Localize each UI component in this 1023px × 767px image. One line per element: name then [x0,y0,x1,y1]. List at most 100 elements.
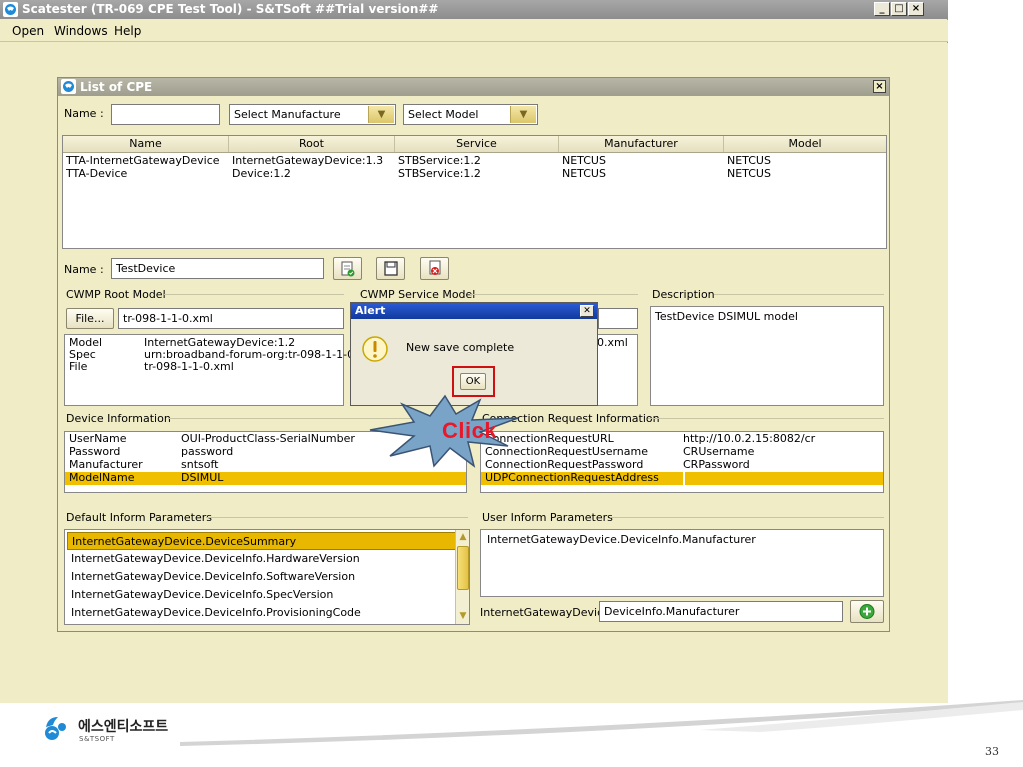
list-item[interactable]: InternetGatewayDevice.DeviceInfo.Manufac… [483,531,881,549]
model-select[interactable]: Select Model ▼ [403,104,538,125]
device-name-input[interactable]: TestDevice [111,258,324,279]
user-inform-input[interactable]: DeviceInfo.Manufacturer [599,601,843,622]
list-item[interactable]: InternetGatewayDevice.DeviceInfo.Softwar… [67,568,467,586]
name-filter-label: Name : [64,107,104,120]
chevron-down-icon: ▼ [510,106,536,123]
maximize-button[interactable]: □ [891,2,907,16]
column-header-service[interactable]: Service [395,136,559,152]
vertical-scrollbar[interactable]: ▲ ▼ [455,530,469,624]
scrollbar-thumb[interactable] [457,546,469,590]
table-row[interactable]: TTA-Device Device:1.2 STBService:1.2 NET… [63,167,886,180]
alert-dialog: Alert ✕ New save complete OK [350,302,598,406]
root-model-key: File [69,360,88,373]
group-divider [206,517,468,518]
column-header-root[interactable]: Root [229,136,395,152]
column-header-model[interactable]: Model [724,136,886,152]
manufacture-select[interactable]: Select Manufacture ▼ [229,104,396,125]
table-row[interactable]: ConnectionRequestURL http://10.0.2.15:80… [481,433,883,445]
cell-name: TTA-Device [66,167,128,180]
device-info-key: Manufacturer [69,458,143,471]
connection-request-table: ConnectionRequestURL http://10.0.2.15:80… [480,431,884,493]
name-filter-input[interactable] [111,104,220,125]
connection-value: CRPassword [683,458,750,471]
save-icon [384,261,398,276]
frame-close-button[interactable]: × [873,80,886,93]
connection-value: http://10.0.2.15:8082/cr [683,432,816,445]
app-logo-icon [3,2,18,17]
list-item[interactable]: InternetGatewayDevice.DeviceInfo.Hardwar… [67,550,467,568]
cwmp-service-model-title: CWMP Service Model [360,288,476,301]
table-row[interactable]: TTA-InternetGatewayDevice InternetGatewa… [63,154,886,167]
group-divider [470,294,638,295]
connection-value-divider [683,472,685,485]
root-model-file-input[interactable]: tr-098-1-1-0.xml [118,308,344,329]
service-model-file-input[interactable] [598,308,638,329]
list-item: File tr-098-1-1-0.xml [65,361,343,373]
cell-manufacturer: NETCUS [562,154,606,167]
delete-button[interactable] [420,257,449,280]
minimize-button[interactable]: _ [874,2,890,16]
root-model-value: tr-098-1-1-0.xml [144,360,234,373]
menu-windows[interactable]: Windows [54,24,108,38]
device-info-key: UserName [69,432,127,445]
table-row[interactable]: ConnectionRequestPassword CRPassword [481,459,883,471]
device-info-value: OUI-ProductClass-SerialNumber [181,432,355,445]
list-item[interactable]: InternetGatewayDevice.DeviceInfo.SpecVer… [67,586,467,604]
device-info-value: sntsoft [181,458,219,471]
cell-service: STBService:1.2 [398,167,481,180]
list-item[interactable]: InternetGatewayDevice.DeviceInfo.Provisi… [67,604,467,622]
device-info-key: ModelName [69,471,135,484]
chevron-down-icon: ▼ [368,106,394,123]
description-text: TestDevice DSIMUL model [655,310,798,323]
user-inform-list: InternetGatewayDevice.DeviceInfo.Manufac… [480,529,884,597]
device-name-label: Name : [64,263,104,276]
user-inform-title: User Inform Parameters [482,511,613,524]
column-header-name[interactable]: Name [63,136,229,152]
new-button[interactable] [333,257,362,280]
cpe-table: Name Root Service Manufacturer Model TTA… [62,135,887,249]
chevron-down-icon[interactable]: ▼ [457,610,469,622]
device-info-key: Password [69,445,121,458]
warning-icon [362,336,388,362]
description-title: Description [652,288,715,301]
device-information-title: Device Information [66,412,171,425]
default-inform-list: InternetGatewayDevice.DeviceSummary Inte… [64,529,470,625]
manufacture-select-value: Select Manufacture [234,108,341,121]
add-icon [859,604,875,619]
menu-open[interactable]: Open [12,24,44,38]
cell-model: NETCUS [727,167,771,180]
click-callout-text: Click [442,418,498,443]
group-divider [164,294,344,295]
new-document-icon [341,261,355,277]
app-logo-icon [61,79,76,94]
root-model-info: Model InternetGatewayDevice:1.2 Spec urn… [64,334,354,406]
table-row-selected[interactable]: ModelName DSIMUL [65,472,466,485]
cell-manufacturer: NETCUS [562,167,606,180]
file-button[interactable]: File... [66,308,114,329]
group-divider [714,294,884,295]
company-name-english: S&TSOFT [79,735,115,743]
alert-title: Alert [355,304,386,317]
app-title-bar: Scatester (TR-069 CPE Test Tool) - S&TSo… [0,0,948,19]
chevron-up-icon[interactable]: ▲ [457,531,469,543]
cell-name: TTA-InternetGatewayDevice [66,154,220,167]
cwmp-root-model-title: CWMP Root Model [66,288,166,301]
frame-title-bar: List of CPE × [58,78,889,96]
cell-service: STBService:1.2 [398,154,481,167]
add-parameter-button[interactable] [850,600,884,623]
ok-highlight-box [452,366,495,397]
alert-title-bar: Alert ✕ [351,303,597,319]
column-header-manufacturer[interactable]: Manufacturer [559,136,724,152]
menu-bar: Open Windows Help [0,20,948,42]
table-row[interactable]: ConnectionRequestUsername CRUsername [481,446,883,458]
alert-close-button[interactable]: ✕ [580,305,594,317]
menu-help[interactable]: Help [114,24,141,38]
cpe-table-header: Name Root Service Manufacturer Model [63,136,886,153]
user-inform-prefix-label: InternetGatewayDevice. [480,606,614,619]
app-title-text: Scatester (TR-069 CPE Test Tool) - S&TSo… [22,2,439,16]
list-item-selected[interactable]: InternetGatewayDevice.DeviceSummary [67,532,467,550]
description-textarea[interactable]: TestDevice DSIMUL model [650,306,884,406]
table-row-selected[interactable]: UDPConnectionRequestAddress [481,472,883,485]
close-button[interactable]: × [908,2,924,16]
save-button[interactable] [376,257,405,280]
